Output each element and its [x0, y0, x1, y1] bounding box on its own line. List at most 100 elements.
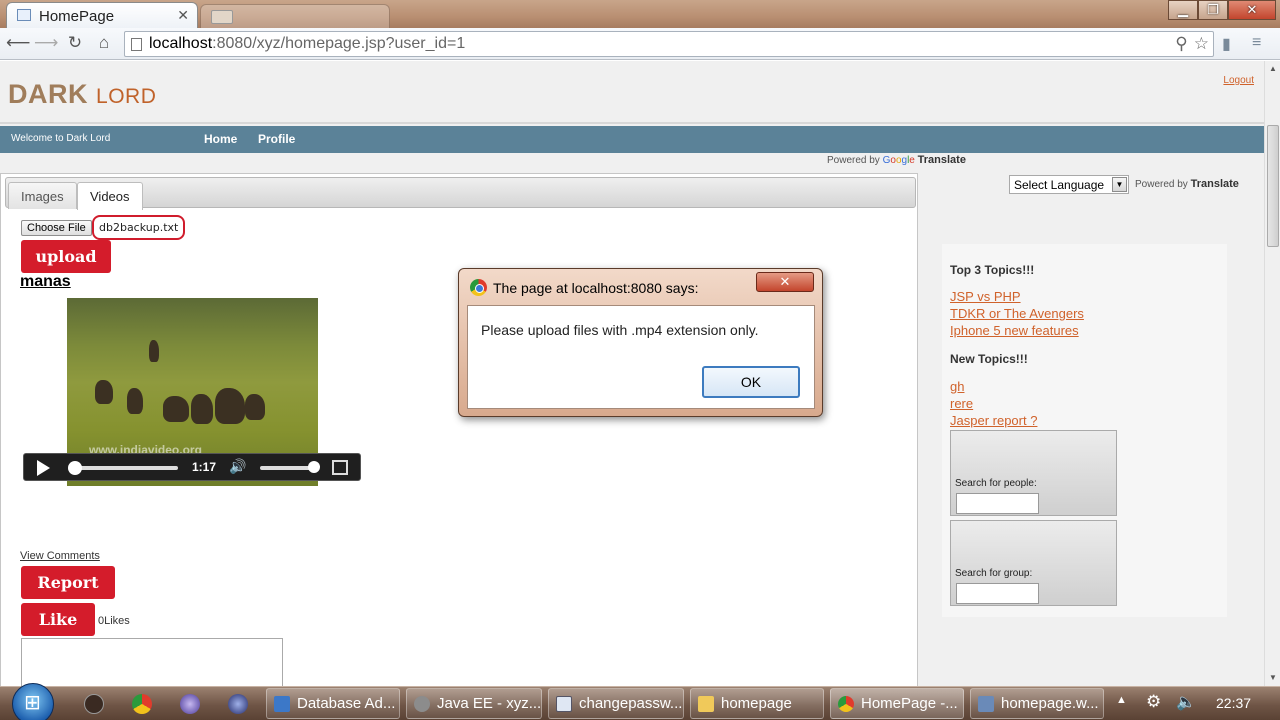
topics-sidebar: Top 3 Topics!!! JSP vs PHP TDKR or The A… [942, 244, 1227, 617]
volume-icon[interactable]: 🔊 [229, 458, 246, 475]
eclipse-quicklaunch-icon[interactable] [180, 694, 200, 714]
topic-link[interactable]: rere [950, 396, 973, 411]
window-titlebar: HomePage ✕ ▁ ❐ ✕ [0, 0, 1280, 28]
likes-count: 0Likes [98, 615, 130, 627]
back-arrow-icon[interactable]: ⟵ [6, 32, 30, 54]
seek-handle[interactable] [68, 461, 82, 475]
play-icon[interactable] [37, 460, 50, 476]
search-people-input[interactable] [956, 493, 1039, 514]
search-group-input[interactable] [956, 583, 1039, 604]
home-icon[interactable]: ⌂ [92, 32, 116, 54]
address-bar[interactable]: localhost:8080/xyz/homepage.jsp?user_id=… [124, 31, 1214, 57]
taskbar-button-homepage-web[interactable]: homepage.w... [970, 688, 1104, 719]
language-select[interactable]: Select Language ▼ [1009, 175, 1129, 194]
scroll-down-icon[interactable]: ▼ [1269, 673, 1277, 682]
volume-handle[interactable] [308, 461, 320, 473]
search-group-label: Search for group: [955, 568, 1033, 579]
media-tabs: Images Videos [5, 177, 916, 210]
volume-slider[interactable] [260, 466, 312, 470]
taskbar-button-database[interactable]: Database Ad... [266, 688, 400, 719]
window-close-icon[interactable]: ✕ [1228, 0, 1276, 20]
topic-link[interactable]: Iphone 5 new features [950, 323, 1079, 338]
video-frame-animal [191, 394, 213, 424]
tab-images[interactable]: Images [8, 182, 77, 209]
view-comments-link[interactable]: View Comments [20, 550, 100, 562]
header-divider [0, 122, 1264, 124]
minimize-icon[interactable]: ▁ [1168, 0, 1198, 20]
reload-icon[interactable]: ↻ [63, 32, 87, 54]
eclipse-alt-quicklaunch-icon[interactable] [228, 694, 248, 714]
tray-expand-icon[interactable]: ▲ [1116, 694, 1127, 706]
search-people-box: Search for people: [950, 430, 1117, 516]
dialog-title: The page at localhost:8080 says: [493, 280, 699, 296]
taskbar-button-homepage-folder[interactable]: homepage [690, 688, 824, 719]
page-favicon-icon [17, 9, 31, 21]
translate-attribution: Powered by Translate [1135, 178, 1239, 190]
search-people-label: Search for people: [955, 478, 1037, 489]
menu-profile-link[interactable]: Profile [258, 132, 295, 146]
ok-button[interactable]: OK [702, 366, 800, 398]
speaker-icon[interactable]: 🔈 [1176, 692, 1196, 712]
dialog-body: Please upload files with .mp4 extension … [467, 305, 815, 409]
taskbar-button-javaee[interactable]: Java EE - xyz... [406, 688, 542, 719]
extension-bars-icon[interactable]: ▮ [1222, 34, 1231, 54]
page-scrollbar[interactable]: ▲ ▼ [1264, 61, 1280, 686]
video-frame-animal [95, 380, 113, 404]
video-frame-animal [163, 396, 189, 422]
forward-arrow-icon[interactable]: ⟶ [34, 32, 58, 54]
language-select-value: Select Language [1014, 178, 1105, 192]
background-tab-favicon-icon [211, 10, 233, 24]
editor-window-icon [556, 696, 572, 712]
seek-bar[interactable] [70, 466, 178, 470]
video-frame-animal [149, 340, 159, 362]
chrome-quicklaunch-icon[interactable] [132, 694, 152, 714]
browser-tab-homepage[interactable]: HomePage ✕ [6, 2, 198, 28]
system-clock[interactable]: 22:37 [1216, 695, 1251, 711]
scroll-thumb[interactable] [1267, 125, 1279, 247]
like-button[interactable]: Like [21, 603, 95, 636]
choose-file-button[interactable]: Choose File [21, 220, 92, 236]
fullscreen-icon[interactable] [332, 460, 348, 475]
selected-file-name: db2backup.txt [92, 215, 186, 240]
topic-link[interactable]: Jasper report ? [950, 413, 1037, 428]
topic-link[interactable]: JSP vs PHP [950, 289, 1021, 304]
zoom-search-icon[interactable]: ⚲ [1175, 34, 1187, 54]
upload-button[interactable]: upload [21, 240, 111, 273]
maximize-icon[interactable]: ❐ [1198, 0, 1228, 20]
web-document-icon [978, 696, 994, 712]
scroll-up-icon[interactable]: ▲ [1269, 64, 1277, 73]
topic-link[interactable]: gh [950, 379, 964, 394]
topic-link[interactable]: TDKR or The Avengers [950, 306, 1084, 321]
dialog-close-icon[interactable]: ✕ [756, 272, 814, 292]
start-button[interactable] [12, 683, 54, 720]
video-owner-name[interactable]: manas [20, 273, 71, 291]
quicklaunch-app-icon[interactable] [84, 694, 104, 714]
chrome-icon [838, 696, 854, 712]
comment-textarea[interactable] [21, 638, 283, 686]
logout-link[interactable]: Logout [1223, 75, 1254, 86]
wrench-menu-icon[interactable]: ≡ [1252, 34, 1261, 52]
taskbar-button-chrome-homepage[interactable]: HomePage -... [830, 688, 964, 719]
gear-icon [414, 696, 430, 712]
tray-settings-gear-icon[interactable]: ⚙ [1146, 692, 1161, 712]
report-button[interactable]: Report [21, 566, 115, 599]
new-topics-heading: New Topics!!! [950, 352, 1028, 366]
welcome-text: Welcome to Dark Lord [11, 133, 111, 144]
dialog-message: Please upload files with .mp4 extension … [481, 322, 759, 338]
tab-close-icon[interactable]: ✕ [177, 7, 189, 24]
menu-home-link[interactable]: Home [204, 132, 237, 146]
dropdown-arrow-icon[interactable]: ▼ [1112, 177, 1127, 192]
video-frame-animal [215, 388, 245, 424]
folder-icon [698, 696, 714, 712]
alert-dialog: The page at localhost:8080 says: ✕ Pleas… [458, 268, 823, 417]
taskbar-button-changepassword[interactable]: changepassw... [548, 688, 684, 719]
main-content-panel: Images Videos Choose File db2backup.txt … [0, 173, 918, 686]
browser-tab-background[interactable] [200, 4, 390, 28]
video-duration: 1:17 [192, 460, 217, 474]
video-controls: 1:17 🔊 [23, 453, 361, 481]
google-translate-attribution: Powered by Google Translate [827, 154, 966, 166]
browser-tab-title: HomePage [39, 8, 115, 25]
top-topics-heading: Top 3 Topics!!! [950, 263, 1035, 277]
tab-videos[interactable]: Videos [77, 182, 143, 210]
bookmark-star-icon[interactable]: ☆ [1194, 34, 1209, 54]
